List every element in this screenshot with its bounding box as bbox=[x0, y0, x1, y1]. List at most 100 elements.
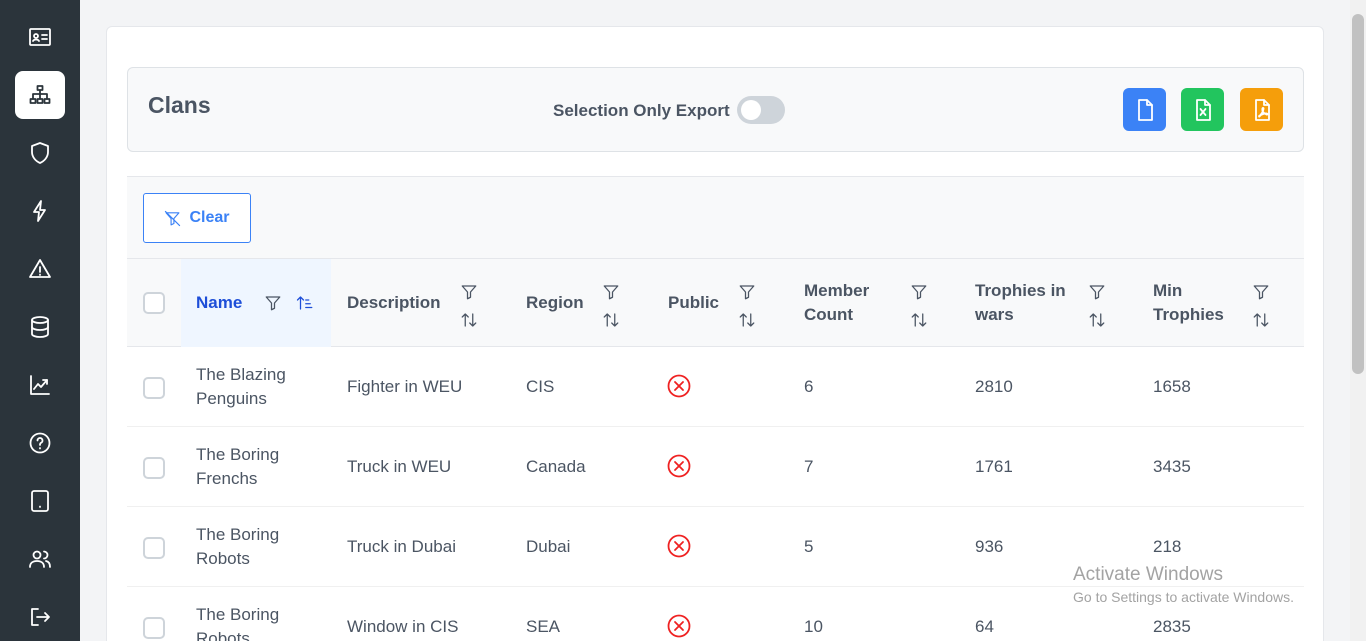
sidebar-item-alerts[interactable] bbox=[15, 245, 65, 293]
clear-filters-button[interactable]: Clear bbox=[143, 193, 251, 243]
column-header-region[interactable]: Region bbox=[526, 259, 646, 347]
sort-ascending-icon[interactable] bbox=[296, 294, 314, 317]
warning-icon bbox=[29, 259, 51, 278]
row-checkbox[interactable] bbox=[143, 537, 165, 559]
filter-icon[interactable] bbox=[738, 283, 756, 306]
sort-icon[interactable] bbox=[460, 311, 478, 334]
cell-description: Truck in WEU bbox=[347, 456, 452, 476]
cell-region: Dubai bbox=[526, 536, 571, 556]
times-circle-icon bbox=[667, 614, 691, 638]
filter-bar: Clear bbox=[127, 176, 1304, 259]
column-header-member-count[interactable]: Member Count bbox=[804, 259, 954, 347]
watermark-subtitle: Go to Settings to activate Windows. bbox=[1073, 589, 1294, 605]
help-icon bbox=[29, 432, 51, 454]
toggle-knob bbox=[741, 100, 761, 120]
times-circle-icon bbox=[667, 454, 691, 478]
cell-member-count: 5 bbox=[804, 536, 814, 556]
filter-slash-icon bbox=[165, 210, 181, 226]
column-label-public: Public bbox=[668, 293, 720, 312]
sign-out-icon bbox=[31, 608, 50, 626]
table-row[interactable]: The Blazing Penguins Fighter in WEU CIS 6… bbox=[127, 347, 1304, 427]
filter-icon[interactable] bbox=[602, 283, 620, 306]
watermark-title: Activate Windows bbox=[1073, 564, 1223, 585]
sidebar-item-database[interactable] bbox=[15, 303, 65, 351]
export-excel-button[interactable] bbox=[1181, 88, 1224, 131]
times-circle-icon bbox=[667, 374, 691, 398]
table-row[interactable]: The Boring Frenchs Truck in WEU Canada 7 … bbox=[127, 427, 1304, 507]
cell-trophies-in-wars: 936 bbox=[975, 536, 1004, 556]
column-header-name[interactable]: Name bbox=[181, 259, 331, 347]
file-excel-icon bbox=[1195, 98, 1211, 121]
activation-watermark: Activate Windows Go to Settings to activ… bbox=[1073, 563, 1294, 607]
cell-description: Truck in Dubai bbox=[347, 536, 456, 556]
sidebar-item-events[interactable] bbox=[15, 187, 65, 235]
column-label-region: Region bbox=[526, 293, 584, 312]
file-pdf-icon bbox=[1254, 98, 1270, 121]
column-header-public[interactable]: Public bbox=[668, 259, 788, 347]
cell-trophies-in-wars: 2810 bbox=[975, 376, 1013, 396]
sort-icon[interactable] bbox=[602, 311, 620, 334]
cell-member-count: 7 bbox=[804, 456, 814, 476]
cell-name: The Blazing Penguins bbox=[196, 364, 286, 408]
sitemap-icon bbox=[29, 85, 51, 104]
sidebar-item-devices[interactable] bbox=[15, 477, 65, 525]
page-title: Clans bbox=[148, 92, 211, 118]
export-csv-button[interactable] bbox=[1123, 88, 1166, 131]
filter-icon[interactable] bbox=[910, 283, 928, 306]
filter-icon[interactable] bbox=[460, 283, 478, 306]
sort-icon[interactable] bbox=[1088, 311, 1106, 334]
sort-icon[interactable] bbox=[738, 311, 756, 334]
bolt-icon bbox=[33, 200, 46, 222]
column-label-name: Name bbox=[196, 293, 243, 312]
sidebar-item-logout[interactable] bbox=[15, 593, 65, 641]
id-card-icon bbox=[29, 28, 51, 46]
sidebar-item-help[interactable] bbox=[15, 419, 65, 467]
scrollbar-thumb[interactable] bbox=[1352, 14, 1364, 374]
column-header-description[interactable]: Description bbox=[347, 259, 507, 347]
row-checkbox[interactable] bbox=[143, 457, 165, 479]
cell-region: CIS bbox=[526, 376, 555, 396]
users-icon bbox=[29, 550, 51, 568]
selection-export-toggle[interactable] bbox=[737, 96, 785, 124]
cell-member-count: 6 bbox=[804, 376, 814, 396]
sidebar bbox=[0, 0, 80, 641]
cell-name: The Boring Robots bbox=[196, 604, 280, 641]
column-label-description: Description bbox=[347, 293, 441, 312]
cell-description: Window in CIS bbox=[347, 616, 459, 636]
filter-icon[interactable] bbox=[1088, 283, 1106, 306]
selection-export-label: Selection Only Export bbox=[553, 101, 730, 120]
column-label-member-count: Member Count bbox=[804, 281, 870, 324]
select-all-checkbox[interactable] bbox=[143, 292, 165, 314]
sidebar-item-profile[interactable] bbox=[15, 13, 65, 61]
table-header: Name Description Region Public Member Cou… bbox=[127, 259, 1304, 347]
filter-icon[interactable] bbox=[264, 294, 282, 317]
export-pdf-button[interactable] bbox=[1240, 88, 1283, 131]
shield-icon bbox=[31, 142, 49, 164]
column-label-trophies-in-wars: Trophies in wars bbox=[975, 281, 1066, 324]
cell-trophies-in-wars: 1761 bbox=[975, 456, 1013, 476]
sort-icon[interactable] bbox=[1252, 311, 1270, 334]
sidebar-item-clans[interactable] bbox=[15, 71, 65, 119]
sort-icon[interactable] bbox=[910, 311, 928, 334]
column-header-trophies-in-wars[interactable]: Trophies in wars bbox=[975, 259, 1125, 347]
column-header-min-trophies[interactable]: Min Trophies bbox=[1153, 259, 1303, 347]
table-toolbar: Clans Selection Only Export bbox=[127, 67, 1304, 152]
tablet-icon bbox=[31, 490, 49, 512]
times-circle-icon bbox=[667, 534, 691, 558]
cell-region: SEA bbox=[526, 616, 561, 636]
row-checkbox[interactable] bbox=[143, 377, 165, 399]
filter-icon[interactable] bbox=[1252, 283, 1270, 306]
cell-min-trophies: 3435 bbox=[1153, 456, 1191, 476]
clans-card: Clans Selection Only Export Clear Name D… bbox=[106, 26, 1324, 641]
file-icon bbox=[1137, 98, 1153, 121]
sidebar-item-security[interactable] bbox=[15, 129, 65, 177]
column-label-min-trophies: Min Trophies bbox=[1153, 281, 1224, 324]
cell-trophies-in-wars: 64 bbox=[975, 616, 994, 636]
sidebar-item-users[interactable] bbox=[15, 535, 65, 583]
cell-min-trophies: 2835 bbox=[1153, 616, 1191, 636]
page-scrollbar[interactable] bbox=[1350, 0, 1366, 641]
cell-region: Canada bbox=[526, 456, 586, 476]
cell-name: The Boring Frenchs bbox=[196, 444, 280, 488]
row-checkbox[interactable] bbox=[143, 617, 165, 639]
sidebar-item-stats[interactable] bbox=[15, 361, 65, 409]
